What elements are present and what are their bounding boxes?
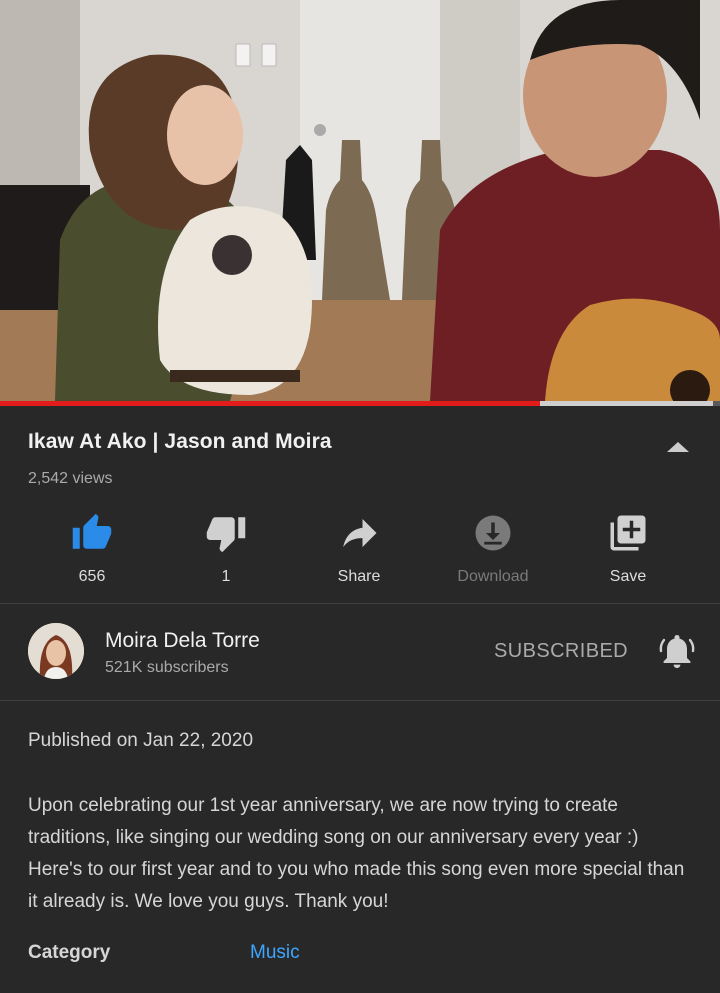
thumbs-up-icon xyxy=(72,513,112,549)
avatar-image xyxy=(28,623,84,679)
video-title: Ikaw At Ako | Jason and Moira xyxy=(28,430,332,453)
channel-name[interactable]: Moira Dela Torre xyxy=(105,629,260,653)
like-button[interactable]: 656 xyxy=(32,508,152,588)
save-button[interactable]: Save xyxy=(568,508,688,588)
notification-bell-icon[interactable] xyxy=(657,632,697,672)
dislike-button[interactable]: 1 xyxy=(166,508,286,588)
collapse-arrow-icon[interactable] xyxy=(664,437,692,457)
add-to-playlist-icon xyxy=(610,515,646,551)
view-count: 2,542 views xyxy=(28,470,113,487)
share-label: Share xyxy=(337,568,381,585)
download-label: Download xyxy=(457,568,529,585)
played-bar xyxy=(0,401,540,406)
dislike-count: 1 xyxy=(221,568,231,585)
action-bar: 656 1 Share Download Save xyxy=(0,508,720,588)
category-link[interactable]: Music xyxy=(250,942,300,964)
video-description: Upon celebrating our 1st year anniversar… xyxy=(28,795,685,912)
thumbs-down-icon xyxy=(206,517,246,553)
video-progress-bar[interactable] xyxy=(0,401,720,406)
category-label: Category xyxy=(28,942,111,963)
video-frame xyxy=(0,0,720,401)
like-count: 656 xyxy=(78,568,106,585)
subscriber-count: 521K subscribers xyxy=(105,659,229,676)
download-icon xyxy=(475,515,511,551)
buffered-bar xyxy=(540,401,713,406)
share-icon xyxy=(343,519,377,547)
divider xyxy=(0,603,720,604)
published-date: Published on Jan 22, 2020 xyxy=(28,730,254,751)
subscribed-button[interactable]: SUBSCRIBED xyxy=(494,640,628,663)
channel-avatar[interactable] xyxy=(28,623,84,679)
share-button[interactable]: Share xyxy=(299,508,419,588)
video-player[interactable] xyxy=(0,0,720,401)
divider xyxy=(0,700,720,701)
download-button[interactable]: Download xyxy=(433,508,553,588)
save-label: Save xyxy=(609,568,647,585)
